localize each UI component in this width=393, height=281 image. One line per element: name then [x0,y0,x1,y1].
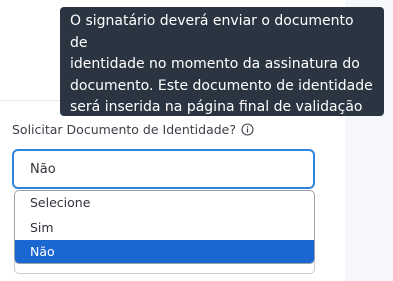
identity-document-select[interactable]: Não [12,149,315,189]
dropdown-option-sim[interactable]: Sim [15,216,314,241]
field-label-text: Solicitar Documento de Identidade? [12,122,236,137]
info-tooltip: O signatário deverá enviar o documento d… [60,7,384,158]
select-current-value: Não [30,161,56,177]
identity-document-field-label: Solicitar Documento de Identidade? [12,122,254,137]
tooltip-line: O signatário deverá enviar o documento d… [70,13,354,51]
dropdown-option-selecione[interactable]: Selecione [15,191,314,216]
tooltip-line: identidade no momento da assinatura do [70,56,360,72]
dropdown-option-nao[interactable]: Não [15,240,314,263]
info-circle-icon[interactable] [241,123,254,136]
tooltip-line: documento. Este documento de identidade [70,77,373,94]
select-dropdown-list: Selecione Sim Não [14,190,315,264]
